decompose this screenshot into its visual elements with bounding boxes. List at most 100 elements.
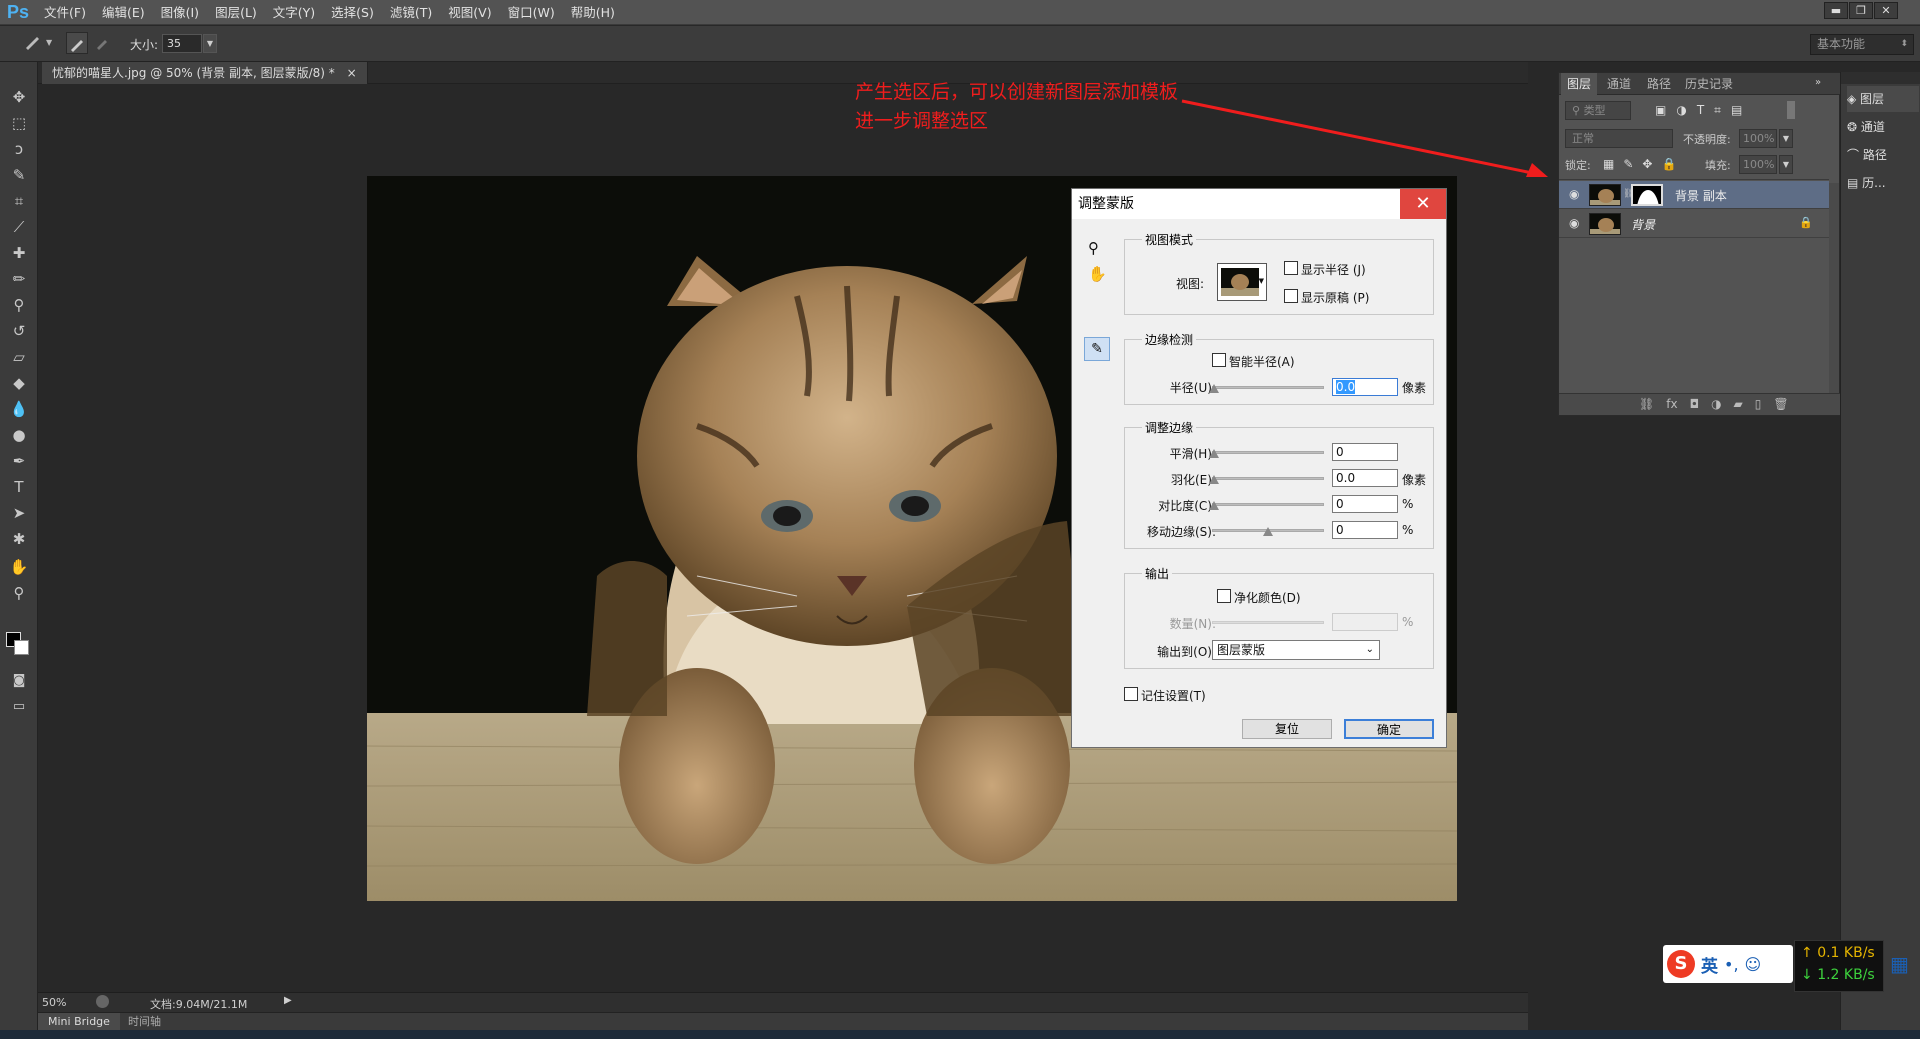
- filter-smart-icon[interactable]: ▤: [1731, 103, 1742, 119]
- layers-scrollbar[interactable]: [1829, 183, 1839, 393]
- lock-pixels-icon[interactable]: ✎: [1623, 157, 1633, 171]
- ok-button[interactable]: 确定: [1344, 719, 1434, 739]
- tab-layers[interactable]: 图层: [1561, 73, 1598, 95]
- output-to-select[interactable]: 图层蒙版 ⌄: [1212, 640, 1380, 660]
- radius-slider-thumb[interactable]: [1209, 384, 1219, 393]
- shift-edge-slider-thumb[interactable]: [1263, 527, 1273, 536]
- lock-transparent-icon[interactable]: ▦: [1603, 157, 1614, 171]
- emoji-icon[interactable]: ☺: [1745, 955, 1762, 974]
- filter-pixel-icon[interactable]: ▣: [1655, 103, 1666, 119]
- new-layer-icon[interactable]: ▯: [1755, 397, 1762, 411]
- blend-mode-select[interactable]: 正常: [1565, 129, 1673, 148]
- close-tab-icon[interactable]: ×: [347, 66, 357, 80]
- history-brush-tool-icon[interactable]: ↺: [6, 320, 32, 342]
- opacity-input[interactable]: 100%: [1739, 129, 1777, 148]
- side-item-paths[interactable]: ⌒ 路径: [1847, 142, 1919, 168]
- menu-item[interactable]: 编辑(E): [94, 0, 153, 25]
- move-tool-icon[interactable]: ✥: [6, 86, 32, 108]
- paint-bucket-tool-icon[interactable]: ◆: [6, 372, 32, 394]
- document-tab[interactable]: 忧郁的喵星人.jpg @ 50% (背景 副本, 图层蒙版/8) * ×: [42, 62, 368, 84]
- refine-radius-icon[interactable]: ✎: [1084, 337, 1110, 361]
- restore-button[interactable]: ❐: [1849, 2, 1873, 19]
- path-select-tool-icon[interactable]: ➤: [6, 502, 32, 524]
- dialog-close-button[interactable]: ✕: [1400, 189, 1446, 219]
- eyedropper-tool-icon[interactable]: ⟋: [6, 216, 32, 238]
- dodge-tool-icon[interactable]: ●: [6, 424, 32, 446]
- tab-mini-bridge[interactable]: Mini Bridge: [38, 1013, 120, 1031]
- lock-position-icon[interactable]: ✥: [1642, 157, 1652, 171]
- mask-icon[interactable]: ◘: [1690, 397, 1700, 411]
- sogou-logo-icon[interactable]: S: [1667, 950, 1695, 978]
- chevron-down-icon[interactable]: ▼: [46, 38, 52, 47]
- brush-preset-icon[interactable]: [22, 32, 44, 54]
- side-item-history[interactable]: ▤ 历...: [1847, 170, 1919, 196]
- filter-toggle[interactable]: [1787, 101, 1795, 119]
- layer-row[interactable]: ◉ 背景 🔒: [1559, 210, 1829, 238]
- size-input[interactable]: 35: [162, 34, 202, 53]
- contrast-slider-thumb[interactable]: [1209, 501, 1219, 510]
- fill-input[interactable]: 100%: [1739, 155, 1777, 174]
- decontaminate-checkbox[interactable]: [1217, 589, 1231, 603]
- fill-dropdown[interactable]: ▼: [1779, 155, 1793, 174]
- menu-item[interactable]: 帮助(H): [563, 0, 623, 25]
- workspace-select[interactable]: 基本功能 ⬍: [1810, 34, 1914, 55]
- contrast-input[interactable]: 0: [1332, 495, 1398, 513]
- radius-slider[interactable]: [1212, 386, 1324, 389]
- lasso-tool-icon[interactable]: ↄ: [6, 138, 32, 160]
- tab-paths[interactable]: 路径: [1641, 73, 1677, 95]
- trash-icon[interactable]: 🗑: [1773, 397, 1788, 411]
- side-item-channels[interactable]: ❂ 通道: [1847, 114, 1919, 140]
- type-tool-icon[interactable]: T: [6, 476, 32, 498]
- minimize-button[interactable]: ▬: [1824, 2, 1848, 19]
- show-original-checkbox[interactable]: [1284, 289, 1298, 303]
- lock-all-icon[interactable]: 🔒: [1661, 157, 1676, 171]
- smart-radius-checkbox[interactable]: [1212, 353, 1226, 367]
- screen-mode-icon[interactable]: ▭: [6, 696, 32, 718]
- layer-mask-thumbnail[interactable]: [1631, 184, 1663, 206]
- panel-collapse-icon[interactable]: »: [1815, 77, 1821, 88]
- filter-shape-icon[interactable]: ⌗: [1714, 103, 1721, 119]
- healing-brush-tool-icon[interactable]: ✚: [6, 242, 32, 264]
- feather-slider-thumb[interactable]: [1209, 475, 1219, 484]
- reset-button[interactable]: 复位: [1242, 719, 1332, 739]
- smooth-slider-thumb[interactable]: [1209, 449, 1219, 458]
- side-item-layers[interactable]: ◈ 图层: [1847, 86, 1919, 112]
- tab-timeline[interactable]: 时间轴: [120, 1013, 169, 1031]
- link-icon[interactable]: ⛓: [1639, 397, 1654, 411]
- remember-settings-checkbox[interactable]: [1124, 687, 1138, 701]
- crop-tool-icon[interactable]: ⌗: [6, 190, 32, 212]
- pen-tool-icon[interactable]: ✒: [6, 450, 32, 472]
- filter-type-icon[interactable]: T: [1697, 103, 1704, 119]
- ime-mode-label[interactable]: 英: [1701, 952, 1718, 977]
- menu-item[interactable]: 文件(F): [36, 0, 94, 25]
- share-icon[interactable]: [96, 995, 109, 1008]
- fx-icon[interactable]: fx: [1666, 397, 1677, 411]
- zoom-icon[interactable]: ⚲: [1088, 239, 1099, 257]
- blur-tool-icon[interactable]: 💧: [6, 398, 32, 420]
- grid-icon[interactable]: ▦: [1890, 952, 1909, 976]
- size-dropdown[interactable]: ▼: [203, 34, 217, 53]
- folder-icon[interactable]: ▰: [1734, 397, 1743, 411]
- feather-slider[interactable]: [1212, 477, 1324, 480]
- filter-adjust-icon[interactable]: ◑: [1676, 103, 1686, 119]
- adjust-icon[interactable]: ◑: [1711, 397, 1721, 411]
- brush-tool-icon[interactable]: ✏: [6, 268, 32, 290]
- amount-slider[interactable]: [1212, 621, 1324, 624]
- feather-input[interactable]: 0.0: [1332, 469, 1398, 487]
- hand-tool-icon[interactable]: ✋: [6, 556, 32, 578]
- tab-channels[interactable]: 通道: [1601, 73, 1637, 95]
- visibility-eye-icon[interactable]: ◉: [1569, 216, 1579, 230]
- shift-edge-input[interactable]: 0: [1332, 521, 1398, 539]
- view-select[interactable]: ▼: [1217, 263, 1267, 301]
- marquee-tool-icon[interactable]: ⬚: [6, 112, 32, 134]
- quick-select-tool-icon[interactable]: ✎: [6, 164, 32, 186]
- refine-radius-tool-icon[interactable]: [66, 32, 88, 54]
- background-color-swatch[interactable]: [14, 640, 29, 655]
- radius-input[interactable]: 0.0: [1332, 378, 1398, 396]
- visibility-eye-icon[interactable]: ◉: [1569, 187, 1579, 201]
- menu-item[interactable]: 滤镜(T): [382, 0, 440, 25]
- close-window-button[interactable]: ✕: [1874, 2, 1898, 19]
- layer-row[interactable]: ◉ ⛓ 背景 副本: [1559, 181, 1829, 209]
- smooth-input[interactable]: 0: [1332, 443, 1398, 461]
- layer-filter-select[interactable]: ⚲ 类型: [1565, 101, 1631, 120]
